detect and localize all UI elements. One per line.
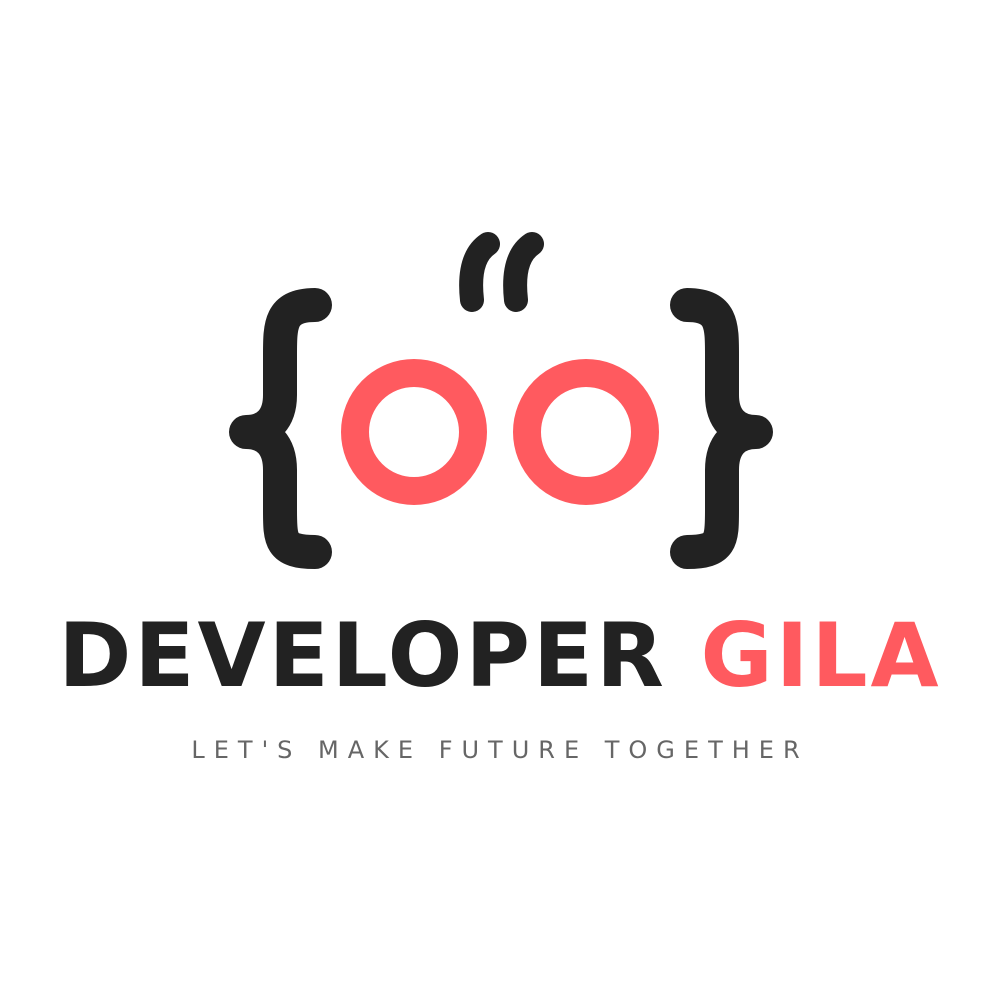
left-brace-icon: [229, 288, 332, 569]
left-eye-ring-icon: [341, 359, 487, 505]
right-brace-icon: [670, 288, 773, 569]
tagline: LET'S MAKE FUTURE TOGETHER: [191, 736, 809, 764]
logo-mark: [229, 232, 773, 569]
right-eye-ring-icon: [513, 359, 659, 505]
quote-mark-left-icon: [459, 232, 500, 312]
brand-name: DEVELOPER GILA: [0, 606, 1000, 706]
brand-name-part-developer: DEVELOPER: [58, 604, 667, 707]
logo-canvas: DEVELOPER GILA LET'S MAKE FUTURE TOGETHE…: [0, 0, 1000, 1000]
brand-name-part-gila: GILA: [700, 604, 942, 707]
quote-mark-right-icon: [503, 232, 544, 312]
